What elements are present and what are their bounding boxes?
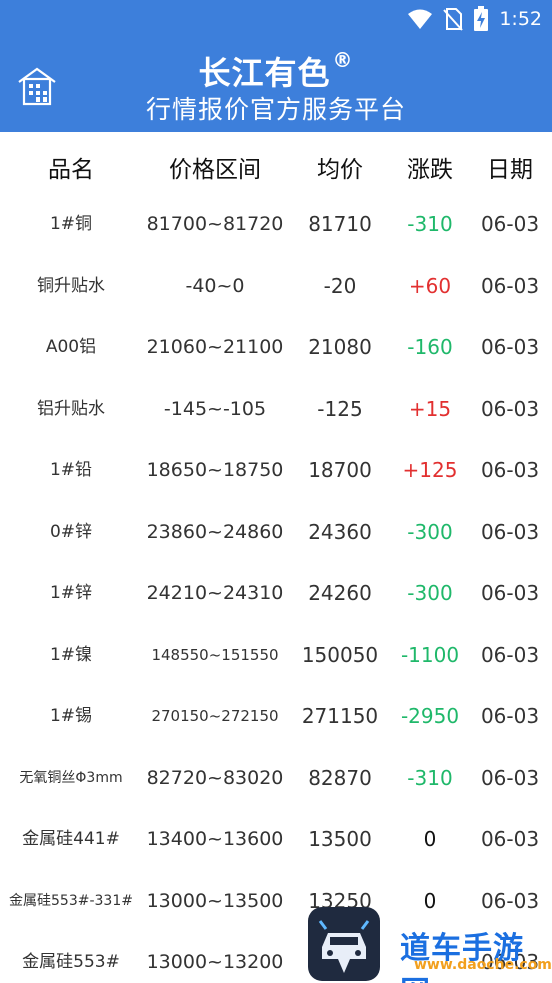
row-date: 06-03	[480, 704, 540, 728]
site-watermark: 道车手游网 www.daoche.com	[306, 905, 552, 983]
table-row[interactable]: A00铝 21060~21100 21080 -160 06-03	[0, 317, 552, 379]
status-bar: 1:52	[0, 0, 552, 38]
row-name: 1#镍	[49, 644, 93, 665]
row-avg: -125	[317, 396, 363, 421]
table-row[interactable]: 铜升贴水 -40~0 -20 +60 06-03	[0, 256, 552, 318]
row-range: -145~-105	[163, 397, 267, 420]
row-avg: 18700	[308, 458, 372, 482]
row-avg: 82870	[308, 765, 372, 790]
row-avg: 21080	[308, 335, 372, 359]
wifi-icon	[408, 9, 433, 29]
status-icons: 1:52	[407, 6, 542, 32]
row-avg: -20	[323, 273, 357, 298]
row-name: 1#铅	[49, 460, 93, 480]
row-date: 06-03	[480, 642, 540, 667]
table-row[interactable]: 1#镍 148550~151550 150050 -1100 06-03	[0, 625, 552, 687]
row-name: 0#锌	[49, 521, 93, 542]
app-title: 长江有色 ®	[0, 48, 552, 94]
row-avg: 150050	[301, 642, 379, 667]
row-name: 1#锌	[49, 583, 93, 603]
row-date: 06-03	[480, 335, 540, 359]
row-change: -160	[407, 335, 453, 359]
row-change: -310	[407, 765, 453, 790]
row-date: 06-03	[480, 458, 540, 482]
watermark-subtext: www.daoche.com	[414, 957, 552, 973]
table-row[interactable]: 1#锌 24210~24310 24260 -300 06-03	[0, 563, 552, 625]
row-range: 18650~18750	[146, 459, 284, 481]
car-logo-icon	[308, 907, 380, 981]
table-row[interactable]: 0#锌 23860~24860 24360 -300 06-03	[0, 502, 552, 564]
row-range: -40~0	[185, 274, 245, 297]
row-range: 24210~24310	[146, 582, 284, 604]
row-change: 0	[423, 827, 437, 851]
table-row[interactable]: 无氧铜丝Φ3mm 82720~83020 82870 -310 06-03	[0, 748, 552, 810]
app-header: 长江有色 ® 行情报价官方服务平台	[0, 38, 552, 132]
row-change: -300	[407, 519, 453, 544]
row-name: 1#铜	[49, 214, 93, 234]
row-name: 铜升贴水	[37, 275, 105, 296]
row-name: 金属硅441#	[22, 829, 120, 849]
row-name: A00铝	[45, 337, 97, 357]
row-date: 06-03	[480, 273, 540, 298]
row-change: -300	[407, 581, 453, 605]
row-range: 82720~83020	[146, 766, 284, 789]
battery-charging-icon	[474, 6, 489, 31]
column-header-name: 品名	[48, 157, 94, 183]
row-change: +125	[402, 458, 458, 482]
row-change: +60	[408, 273, 452, 298]
column-header-avg: 均价	[317, 157, 363, 183]
row-range: 148550~151550	[151, 645, 279, 664]
row-range: 81700~81720	[146, 213, 284, 235]
column-header-change: 涨跌	[407, 157, 453, 183]
row-name: 金属硅553#	[22, 952, 120, 972]
table-header: 品名 价格区间 均价 涨跌 日期	[0, 132, 552, 194]
row-avg: 13500	[308, 827, 372, 851]
row-avg: 81710	[308, 212, 372, 236]
status-time: 1:52	[499, 8, 542, 30]
row-range: 21060~21100	[146, 336, 284, 358]
row-name: 无氧铜丝Φ3mm	[19, 769, 123, 786]
row-change: +15	[408, 396, 452, 421]
watermark-text: 道车手游网	[400, 931, 524, 983]
row-range: 270150~272150	[151, 707, 279, 725]
row-date: 06-03	[480, 765, 540, 790]
row-name: 铝升贴水	[37, 398, 105, 419]
row-change: -2950	[400, 704, 460, 728]
row-change: -1100	[400, 642, 460, 667]
row-date: 06-03	[480, 827, 540, 851]
app-subtitle: 行情报价官方服务平台	[145, 95, 406, 124]
column-header-range: 价格区间	[169, 157, 261, 183]
app-title-text: 长江有色	[198, 54, 331, 92]
row-range: 13000~13500	[146, 889, 284, 912]
row-avg: 24260	[308, 581, 372, 605]
registered-mark: ®	[332, 48, 354, 72]
row-avg: 271150	[301, 704, 379, 728]
row-date: 06-03	[480, 212, 540, 236]
row-name: 1#锡	[49, 706, 93, 726]
column-header-date: 日期	[487, 157, 533, 183]
row-date: 06-03	[480, 396, 540, 421]
row-range: 13000~13200	[146, 951, 284, 973]
row-name: 金属硅553#-331#	[9, 892, 133, 909]
row-avg: 24360	[308, 519, 372, 544]
row-date: 06-03	[480, 519, 540, 544]
table-row[interactable]: 1#锡 270150~272150 271150 -2950 06-03	[0, 686, 552, 748]
table-row[interactable]: 金属硅441# 13400~13600 13500 0 06-03	[0, 809, 552, 871]
row-range: 13400~13600	[146, 828, 284, 850]
row-range: 23860~24860	[146, 520, 284, 543]
table-row[interactable]: 1#铜 81700~81720 81710 -310 06-03	[0, 194, 552, 256]
table-row[interactable]: 1#铅 18650~18750 18700 +125 06-03	[0, 440, 552, 502]
row-change: -310	[407, 212, 453, 236]
no-sim-icon	[443, 8, 464, 31]
row-date: 06-03	[480, 581, 540, 605]
table-row[interactable]: 铝升贴水 -145~-105 -125 +15 06-03	[0, 379, 552, 441]
